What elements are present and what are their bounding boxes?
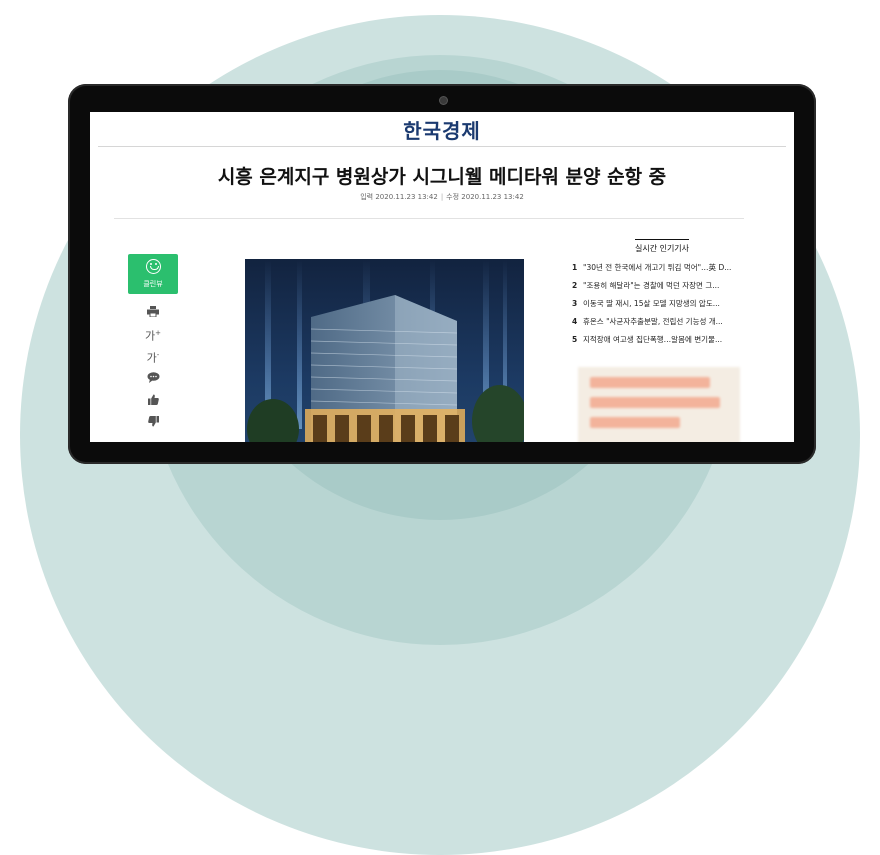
popular-item[interactable]: 3 이동국 딸 재시, 15살 모델 지망생의 압도... [572, 295, 752, 313]
popular-item[interactable]: 5 지적장애 여고생 집단폭행…알몸에 변기물... [572, 331, 752, 349]
comment-icon [147, 371, 159, 383]
popular-item[interactable]: 4 휴온스 "사균자추출분말, 전립선 기능성 개... [572, 313, 752, 331]
font-increase-label: 가 [145, 329, 156, 343]
dislike-button[interactable] [128, 410, 178, 432]
clean-view-button[interactable]: 클린뷰 [128, 254, 178, 294]
laptop-screen: 한국경제 시흥 은계지구 병원상가 시그니웰 메디타워 분양 순항 중 입력 2… [90, 112, 794, 442]
smile-icon [145, 259, 161, 274]
input-time: 2020.11.23 13:42 [375, 193, 438, 201]
like-button[interactable] [128, 388, 178, 410]
popular-item[interactable]: 1 "30년 전 한국에서 개고기 튀김 먹어"…英 D... [572, 259, 752, 277]
print-button[interactable] [128, 300, 178, 322]
article-toolbar: 클린뷰 가+ 가- [128, 254, 178, 432]
popular-title: 실시간 인기기사 [572, 239, 752, 259]
input-label: 입력 [360, 193, 374, 201]
font-decrease-button[interactable]: 가- [128, 344, 178, 366]
site-logo[interactable]: 한국경제 [403, 115, 481, 144]
clean-view-label: 클린뷰 [143, 280, 163, 288]
popular-list: 1 "30년 전 한국에서 개고기 튀김 먹어"…英 D... 2 "조용히 해달라… [572, 259, 752, 349]
thumbs-up-icon [147, 394, 159, 405]
modify-time: 2020.11.23 13:42 [461, 193, 524, 201]
blurred-ad-banner[interactable] [578, 367, 740, 442]
plus-sign: + [155, 329, 161, 337]
popular-item[interactable]: 2 "조용히 해달라"는 경찰에 먹던 자장면 그... [572, 277, 752, 295]
thumbs-down-icon [147, 415, 159, 426]
date-separator: | [440, 193, 444, 201]
masthead-divider [98, 146, 786, 147]
article-dates: 입력 2020.11.23 13:42 | 수정 2020.11.23 13:42 [90, 192, 794, 202]
font-decrease-label: 가 [146, 351, 157, 365]
print-icon [147, 305, 159, 317]
ad-content [590, 377, 730, 442]
minus-sign: - [156, 351, 160, 359]
article-headline: 시흥 은계지구 병원상가 시그니웰 메디타워 분양 순항 중 [217, 166, 667, 188]
font-increase-button[interactable]: 가+ [128, 322, 178, 344]
headline-divider [114, 218, 744, 219]
article-image [245, 259, 524, 442]
webcam-icon [440, 97, 447, 104]
popular-articles: 실시간 인기기사 1 "30년 전 한국에서 개고기 튀김 먹어"…英 D... … [572, 239, 752, 349]
comment-button[interactable] [128, 366, 178, 388]
masthead: 한국경제 [90, 112, 794, 146]
modify-label: 수정 [446, 193, 460, 201]
building-illustration [247, 259, 524, 442]
